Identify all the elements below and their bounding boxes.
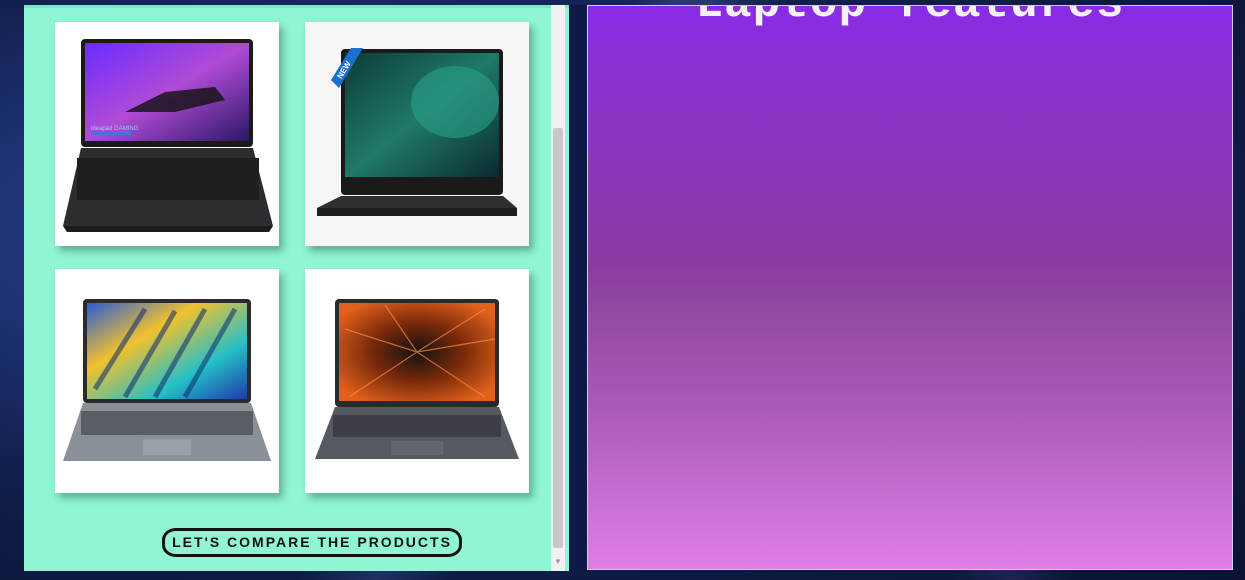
laptop-image-4 — [315, 299, 519, 459]
compare-products-button[interactable]: LET'S COMPARE THE PRODUCTS — [162, 528, 462, 557]
panel-gap — [569, 5, 587, 571]
laptop-image-2: NEW — [317, 48, 517, 216]
laptop-image-1: ideapad GAMING — [63, 39, 273, 232]
laptop-image-3 — [63, 299, 271, 461]
panel-top-border — [24, 5, 569, 8]
scrollbar-thumb[interactable] — [553, 128, 563, 548]
screen-brand-label: ideapad GAMING — [91, 126, 139, 132]
product-card-laptop-4[interactable] — [305, 269, 529, 493]
product-card-laptop-3[interactable] — [55, 269, 279, 493]
product-card-laptop-2[interactable]: NEW — [305, 22, 529, 246]
product-card-laptop-1[interactable]: ideapad GAMING — [55, 22, 279, 246]
features-title: Laptop features — [588, 6, 1232, 30]
products-panel[interactable]: ideapad GAMING NEW LET'S COMPARE THE PRO… — [24, 5, 569, 571]
scroll-down-arrow-icon[interactable]: ▼ — [551, 555, 565, 569]
features-panel: Laptop features — [587, 5, 1233, 570]
